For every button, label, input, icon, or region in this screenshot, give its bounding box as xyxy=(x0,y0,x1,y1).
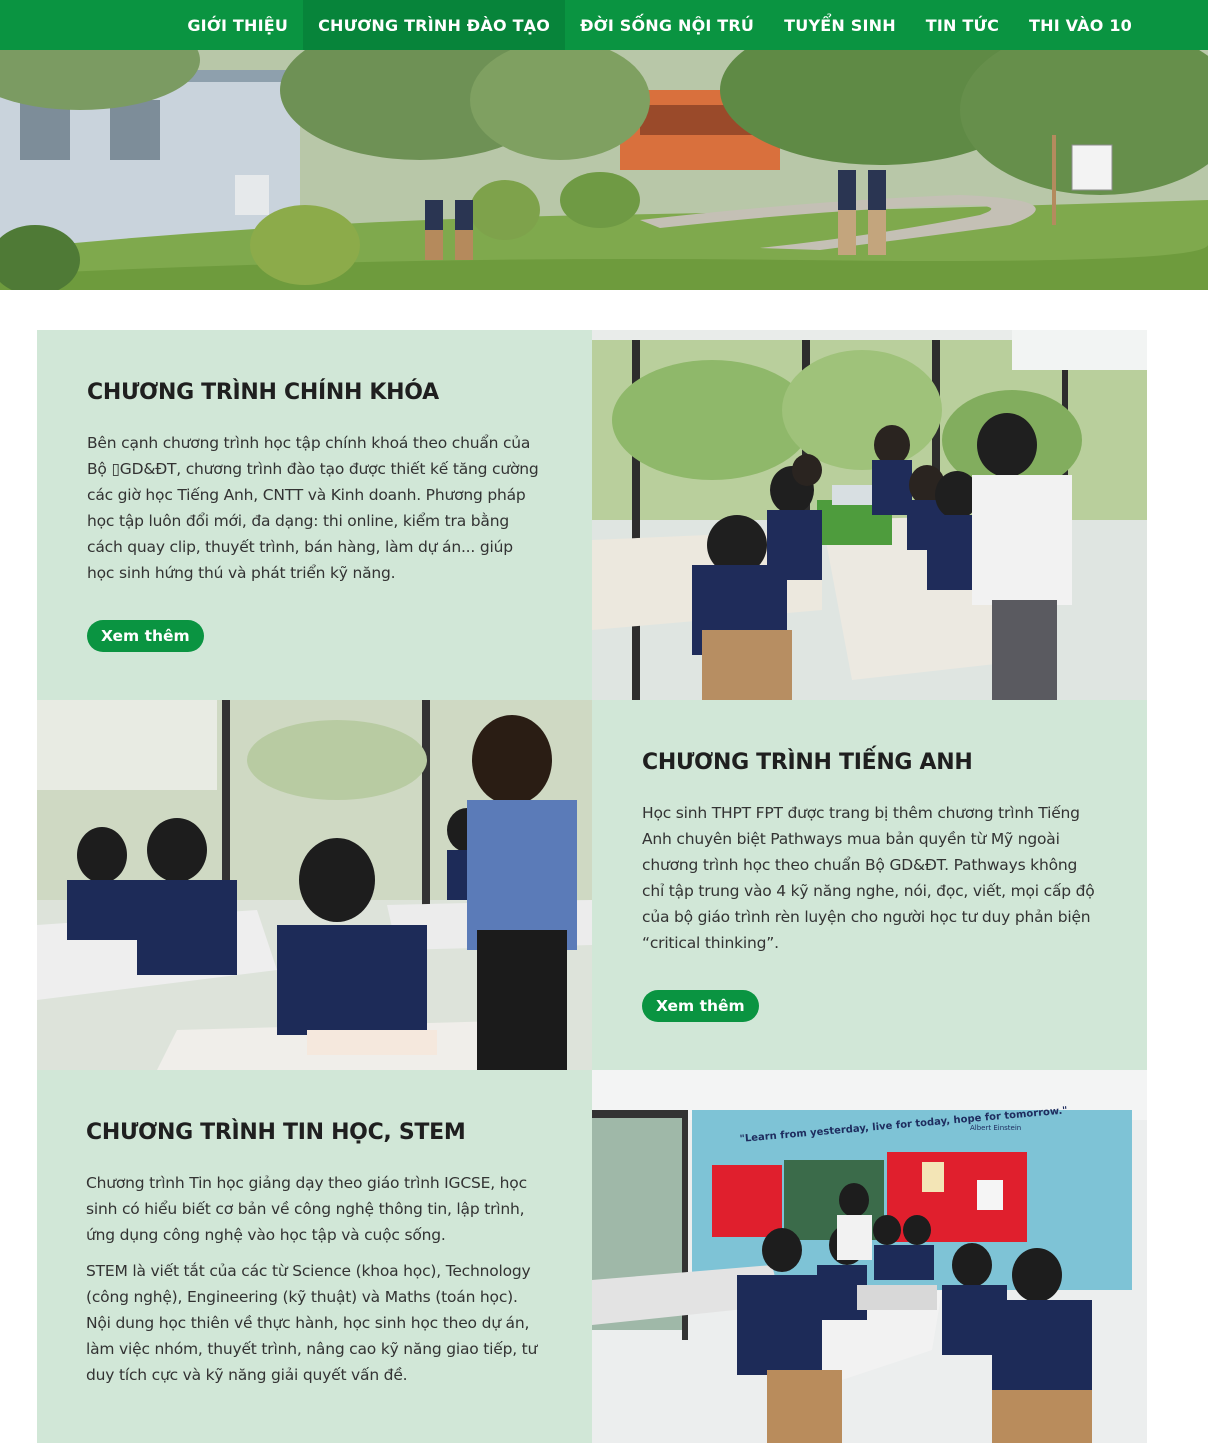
hero-campus-image xyxy=(0,50,1208,290)
quote-author: Albert Einstein xyxy=(970,1124,1021,1132)
nav-item-chuong-trinh-dao-tao[interactable]: CHƯƠNG TRÌNH ĐÀO TẠO xyxy=(303,0,566,50)
section-title: CHƯƠNG TRÌNH TIN HỌC, STEM xyxy=(86,1120,466,1145)
nav-item-tin-tuc[interactable]: TIN TỨC xyxy=(911,0,1014,50)
section-description: STEM là viết tắt của các từ Science (kho… xyxy=(86,1262,538,1384)
classroom-photo-stem: "Learn from yesterday, live for today, h… xyxy=(592,1070,1147,1443)
nav-item-gioi-thieu[interactable]: GIỚI THIỆU xyxy=(172,0,303,50)
section-tin-hoc-stem: CHƯƠNG TRÌNH TIN HỌC, STEM Chương trình … xyxy=(37,1070,1147,1443)
section-title: CHƯƠNG TRÌNH TIẾNG ANH xyxy=(642,750,973,775)
section-description: Bên cạnh chương trình học tập chính khoá… xyxy=(87,434,539,582)
classroom-photo-tieng-anh xyxy=(37,700,592,1070)
section-text-panel: CHƯƠNG TRÌNH CHÍNH KHÓA Bên cạnh chương … xyxy=(37,330,592,700)
section-description: Học sinh THPT FPT được trang bị thêm chư… xyxy=(642,804,1095,952)
nav-item-tuyen-sinh[interactable]: TUYỂN SINH xyxy=(769,0,911,50)
read-more-button[interactable]: Xem thêm xyxy=(87,620,204,652)
section-text-panel: CHƯƠNG TRÌNH TIN HỌC, STEM Chương trình … xyxy=(37,1070,592,1443)
read-more-button[interactable]: Xem thêm xyxy=(642,990,759,1022)
classroom-photo-chinh-khoa xyxy=(592,330,1147,700)
section-title: CHƯƠNG TRÌNH CHÍNH KHÓA xyxy=(87,380,439,405)
section-text-panel: CHƯƠNG TRÌNH TIẾNG ANH Học sinh THPT FPT… xyxy=(592,700,1147,1070)
section-tieng-anh: CHƯƠNG TRÌNH TIẾNG ANH Học sinh THPT FPT… xyxy=(37,700,1147,1070)
section-chinh-khoa: CHƯƠNG TRÌNH CHÍNH KHÓA Bên cạnh chương … xyxy=(37,330,1147,700)
section-description: Chương trình Tin học giảng dạy theo giáo… xyxy=(86,1174,527,1244)
nav-item-doi-song-noi-tru[interactable]: ĐỜI SỐNG NỘI TRÚ xyxy=(565,0,769,50)
main-nav: GIỚI THIỆU CHƯƠNG TRÌNH ĐÀO TẠO ĐỜI SỐNG… xyxy=(0,0,1208,50)
nav-item-thi-vao-10[interactable]: THI VÀO 10 xyxy=(1014,0,1147,50)
